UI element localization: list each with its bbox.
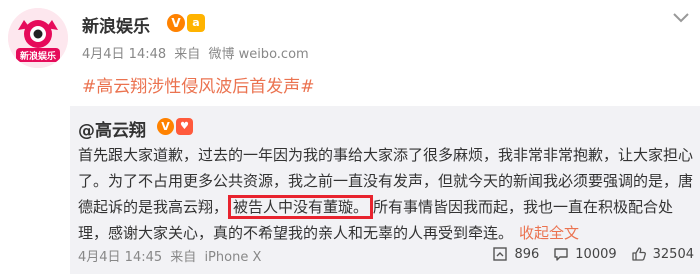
original-member-badge: ♥ [176,118,193,135]
like-icon [631,247,646,261]
repost-source: iPhone X [204,250,262,265]
repost-count: 896 [514,246,540,262]
repost-icon [493,247,508,261]
repost-card: @高云翔 V ♥ 首先跟大家道歉，过去的一年因为我的事给大家添了很多麻烦，我非常… [70,106,700,274]
highlighted-text: 被告人中没有董璇。 [228,195,374,219]
weibo-post: 新浪娱乐 新浪娱乐 V a 4月4日 14:48 来自 微博 weibo.com… [0,0,700,274]
avatar-logo-text: 新浪娱乐 [20,50,56,62]
post-date[interactable]: 4月4日 14:48 [82,47,166,62]
post-source[interactable]: 微博 weibo.com [208,47,308,62]
topic-hashtag[interactable]: #高云翔涉性侵风波后首发声# [82,72,315,97]
sina-ent-logo-icon: 新浪娱乐 [8,8,68,68]
comment-count: 10009 [575,246,617,262]
like-count: 32504 [652,246,694,262]
chevron-down-icon[interactable] [672,12,690,24]
post-meta: 4月4日 14:48 来自 微博 weibo.com [82,43,313,62]
repost-date[interactable]: 4月4日 14:45 [78,250,162,265]
repost-stat[interactable]: 896 [492,246,539,262]
original-verified-badge: V [157,118,174,135]
source-prefix: 来自 [174,47,201,62]
repost-meta: 4月4日 14:45 来自 iPhone X [78,246,265,265]
repost-body: 首先跟大家道歉，过去的一年因为我的事给大家添了很多麻烦，我非常非常抱歉，让大家担… [78,142,693,246]
comment-stat[interactable]: 10009 [553,246,617,262]
like-stat[interactable]: 32504 [631,246,694,262]
repost-source-prefix: 来自 [170,250,197,265]
author-name[interactable]: 新浪娱乐 [82,12,150,37]
comment-icon [554,248,568,261]
avatar[interactable]: 新浪娱乐 [8,8,68,68]
verified-badge: V [167,14,185,32]
member-badge: a [187,14,205,32]
stats-bar: 896 10009 32504 [492,246,694,262]
collapse-full-text-link[interactable]: 收起全文 [519,224,579,242]
original-author[interactable]: @高云翔 [78,116,146,141]
